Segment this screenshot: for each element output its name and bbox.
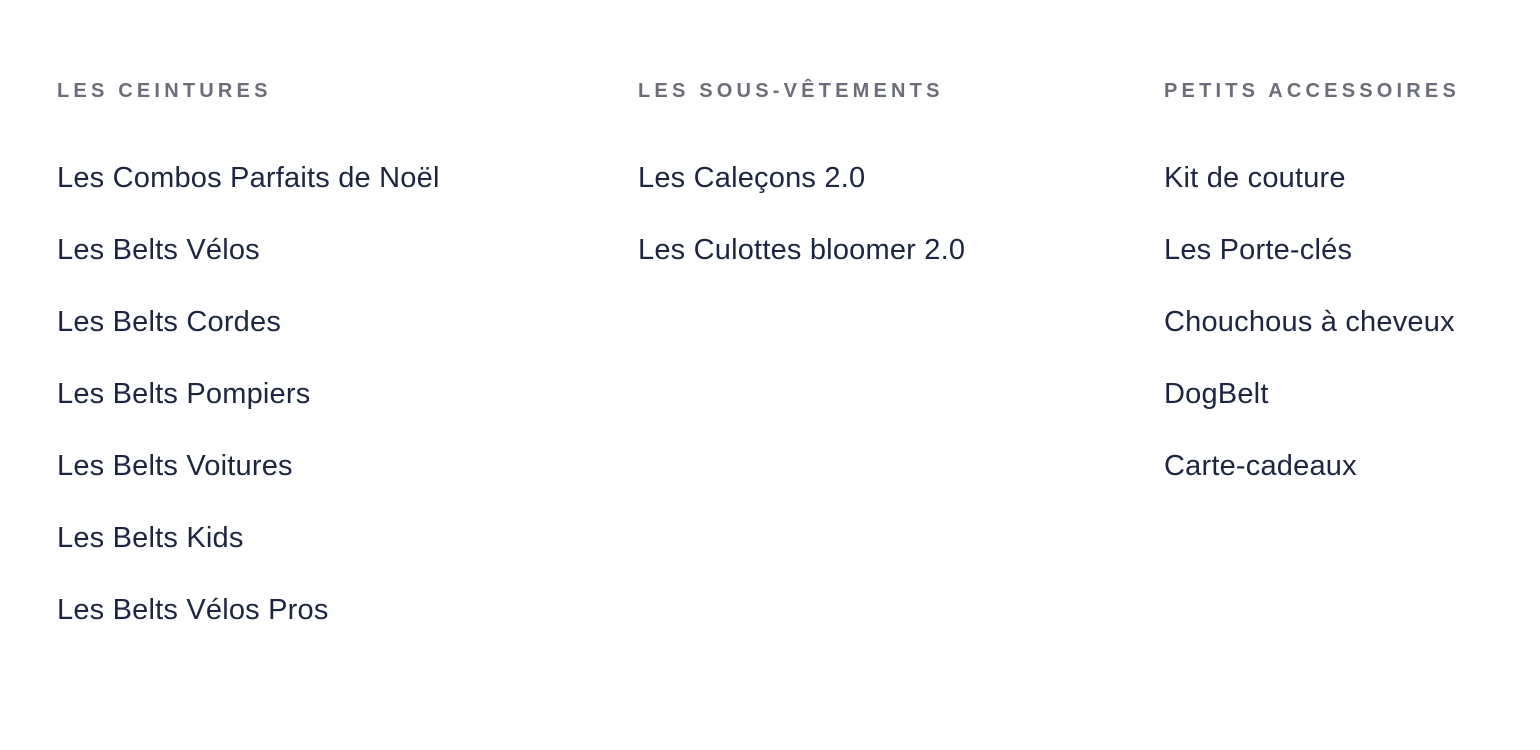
menu-link[interactable]: Les Belts Cordes — [57, 304, 281, 340]
menu-column-petits-accessoires: PETITS ACCESSOIRES Kit de couture Les Po… — [1164, 76, 1460, 520]
link-list: Les Caleçons 2.0 Les Culottes bloomer 2.… — [638, 160, 965, 304]
menu-link[interactable]: Chouchous à cheveux — [1164, 304, 1455, 340]
column-heading: LES CEINTURES — [57, 80, 272, 102]
menu-column-ceintures: LES CEINTURES Les Combos Parfaits de Noë… — [57, 76, 440, 664]
menu-link[interactable]: Les Porte-clés — [1164, 232, 1352, 268]
menu-link[interactable]: DogBelt — [1164, 376, 1269, 412]
menu-link[interactable]: Les Caleçons 2.0 — [638, 160, 865, 196]
column-heading: PETITS ACCESSOIRES — [1164, 80, 1461, 102]
menu-link[interactable]: Les Combos Parfaits de Noël — [57, 160, 440, 196]
menu-link[interactable]: Kit de couture — [1164, 160, 1346, 196]
menu-link[interactable]: Les Belts Pompiers — [57, 376, 310, 412]
column-heading: LES SOUS-VÊTEMENTS — [638, 80, 944, 102]
menu-link[interactable]: Les Belts Vélos — [57, 232, 260, 268]
link-list: Les Combos Parfaits de Noël Les Belts Vé… — [57, 160, 440, 664]
menu-link[interactable]: Les Belts Voitures — [57, 448, 293, 484]
menu-link[interactable]: Les Culottes bloomer 2.0 — [638, 232, 965, 268]
menu-link[interactable]: Carte-cadeaux — [1164, 448, 1357, 484]
menu-column-sous-vetements: LES SOUS-VÊTEMENTS Les Caleçons 2.0 Les … — [638, 76, 965, 304]
menu-link[interactable]: Les Belts Kids — [57, 520, 244, 556]
menu-link[interactable]: Les Belts Vélos Pros — [57, 592, 329, 628]
link-list: Kit de couture Les Porte-clés Chouchous … — [1164, 160, 1460, 520]
